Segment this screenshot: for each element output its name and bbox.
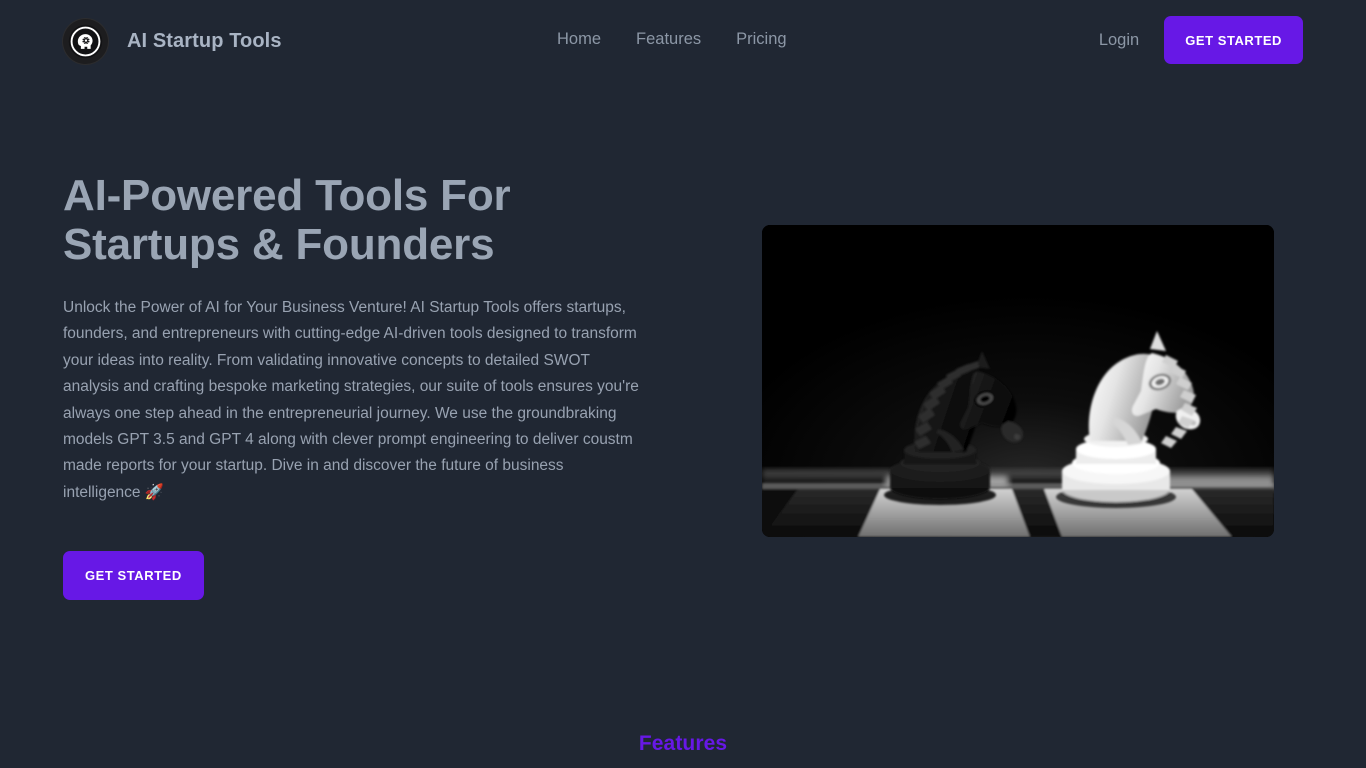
brand-name: AI Startup Tools: [127, 30, 282, 52]
hero-image: [762, 225, 1274, 537]
main-navigation: Home Features Pricing: [557, 30, 787, 49]
hero-title: AI-Powered Tools For Startups & Founders: [63, 171, 648, 269]
hero-paragraph: Unlock the Power of AI for Your Business…: [63, 299, 639, 501]
brand-logo-link[interactable]: AI Startup Tools: [63, 19, 282, 64]
hero-section: AI-Powered Tools For Startups & Founders…: [0, 81, 1366, 701]
nav-item-pricing[interactable]: Pricing: [736, 30, 786, 49]
header-get-started-button[interactable]: GET STARTED: [1164, 16, 1303, 64]
hero-title-line-1: AI-Powered Tools For: [63, 171, 511, 220]
hero-copy: AI-Powered Tools For Startups & Founders…: [63, 171, 648, 601]
hero-get-started-button[interactable]: GET STARTED: [63, 551, 204, 601]
hero-title-line-2: Startups & Founders: [63, 220, 495, 269]
header-actions: Login GET STARTED: [1099, 16, 1303, 64]
site-header: AI Startup Tools Home Features Pricing L…: [0, 0, 1366, 81]
features-section: Features: [0, 701, 1366, 768]
nav-item-features[interactable]: Features: [636, 30, 736, 49]
features-heading: Features: [638, 732, 728, 755]
chess-knights-illustration: [762, 225, 1274, 537]
login-link[interactable]: Login: [1099, 31, 1139, 50]
nav-item-home[interactable]: Home: [557, 30, 636, 49]
brain-head-icon: [63, 19, 108, 64]
